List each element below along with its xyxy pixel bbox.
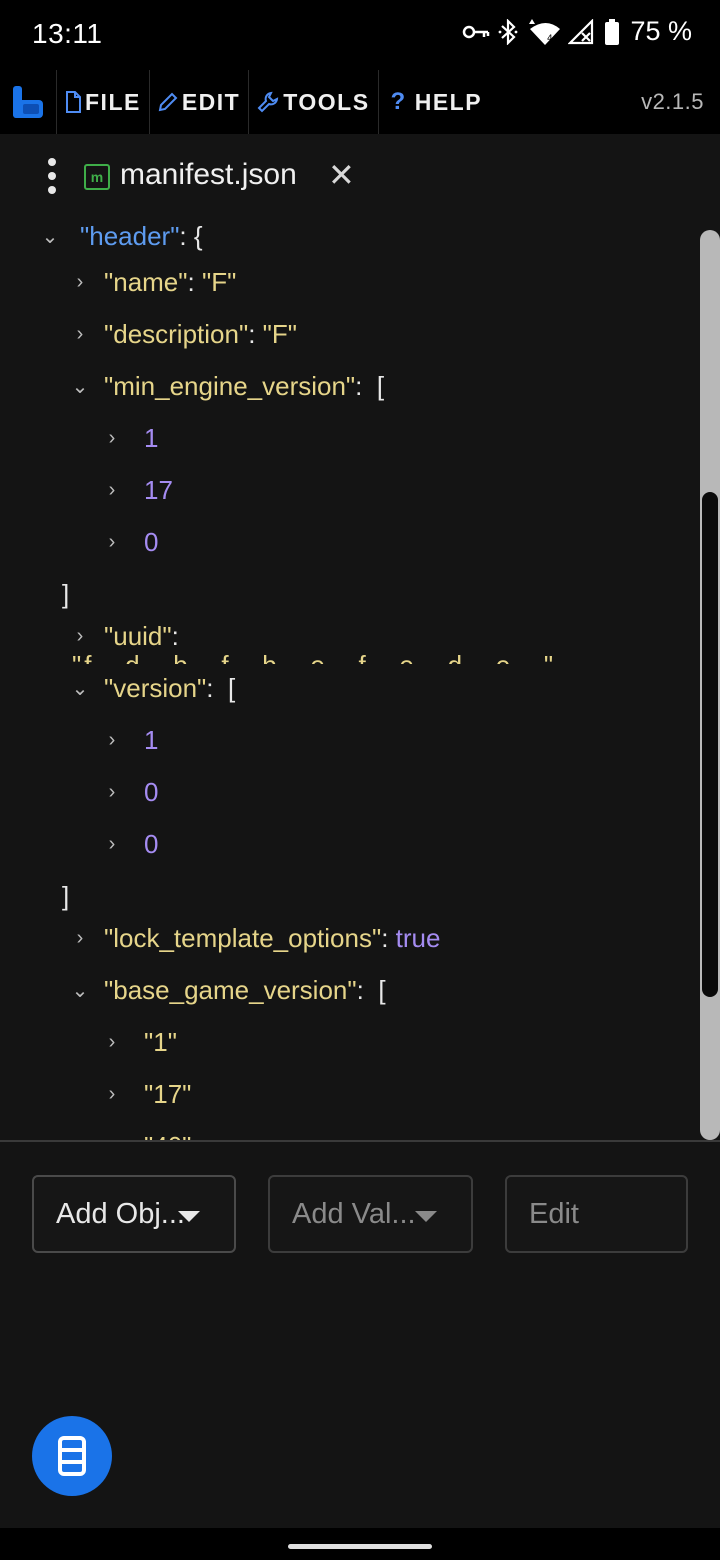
node-key: "description" [104, 318, 249, 349]
node-value: "40" [144, 1131, 191, 1141]
battery-icon [604, 18, 620, 45]
close-tab-icon[interactable]: ✕ [328, 156, 355, 194]
tree-array-item[interactable]: › 17 [98, 464, 173, 516]
node-key: "lock_template_options" [104, 922, 382, 953]
chevron-right-icon[interactable]: › [98, 531, 126, 554]
node-value: 17 [144, 474, 173, 505]
menu-edit-label: EDIT [181, 88, 241, 115]
json-file-icon: m [84, 164, 110, 190]
divider [0, 1140, 720, 1142]
add-value-label: Add Val... [292, 1197, 416, 1230]
tree-node-base-game-version[interactable]: ⌄ "base_game_version": [ [66, 964, 386, 1016]
node-value: 1 [144, 422, 159, 453]
chevron-right-icon[interactable]: › [98, 427, 126, 450]
more-options-icon[interactable] [40, 158, 64, 198]
dropdown-caret-icon [415, 1211, 437, 1222]
chevron-right-icon[interactable]: › [66, 323, 94, 346]
chevron-down-icon[interactable]: ⌄ [66, 978, 94, 1003]
document-list-icon [58, 1436, 86, 1476]
node-key: "base_game_version" [104, 974, 357, 1005]
menu-help[interactable]: ? HELP [377, 70, 491, 134]
app-logo-icon [0, 70, 56, 134]
status-icons: 4 75 % [462, 16, 692, 47]
chevron-down-icon[interactable]: ⌄ [66, 374, 94, 399]
add-value-dropdown[interactable]: Add Val... [268, 1175, 473, 1253]
battery-percentage: 75 % [630, 16, 692, 46]
node-punct: : { [179, 222, 203, 251]
node-value: "F" [201, 266, 237, 297]
json-tree[interactable]: ⌄ "header" : { › "name": "F" › "descript… [0, 222, 700, 1140]
tree-node-description[interactable]: › "description": "F" [66, 308, 297, 360]
cell-signal-icon [568, 18, 596, 45]
add-object-dropdown[interactable]: Add Obj... [32, 1175, 236, 1253]
tree-array-item[interactable]: › "40" [98, 1120, 192, 1141]
menu-file[interactable]: FILE [56, 70, 149, 134]
help-icon: ? [390, 88, 407, 115]
edit-button[interactable]: Edit [505, 1175, 688, 1253]
bluetooth-icon [498, 18, 518, 45]
chevron-right-icon[interactable]: › [66, 625, 94, 648]
menu-tools[interactable]: TOOLS [248, 70, 377, 134]
menu-help-label: HELP [414, 88, 483, 115]
edit-label: Edit [529, 1197, 579, 1230]
chevron-right-icon[interactable]: › [98, 479, 126, 502]
node-key: "version" [104, 672, 207, 703]
node-value: "1" [144, 1026, 177, 1057]
node-key: "name" [104, 266, 188, 297]
dropdown-caret-icon [178, 1211, 200, 1222]
node-value: "F" [262, 318, 298, 349]
file-icon [65, 91, 81, 113]
tree-node-lock-template-options[interactable]: › "lock_template_options": true [66, 912, 441, 964]
chevron-right-icon[interactable]: › [98, 729, 126, 752]
svg-text:4: 4 [547, 34, 553, 44]
chevron-down-icon[interactable]: ⌄ [66, 676, 94, 701]
menu-tools-label: TOOLS [283, 88, 370, 115]
menu-bar: FILE EDIT TOOLS ? HELP v2.1.5 [0, 70, 720, 134]
chevron-right-icon[interactable]: › [98, 1031, 126, 1054]
node-key: "uuid" [104, 620, 172, 651]
tree-array-item[interactable]: › "1" [98, 1016, 177, 1068]
wrench-icon [257, 91, 279, 113]
chevron-down-icon[interactable]: ⌄ [36, 224, 64, 249]
node-value: true [395, 922, 441, 953]
node-key: "min_engine_version" [104, 370, 356, 401]
pencil-icon [158, 92, 178, 112]
app-version: v2.1.5 [641, 89, 704, 114]
node-key: "header" [80, 222, 180, 251]
wifi-icon: 4 [526, 18, 561, 45]
node-value: 0 [144, 526, 159, 557]
tree-array-item[interactable]: › 1 [98, 714, 159, 766]
chevron-right-icon[interactable]: › [98, 1083, 126, 1106]
chevron-right-icon[interactable]: › [98, 781, 126, 804]
vpn-key-icon [462, 22, 490, 42]
tree-node-version[interactable]: ⌄ "version": [ [66, 662, 236, 714]
node-value: 0 [144, 828, 159, 859]
tree-array-item[interactable]: › 1 [98, 412, 159, 464]
scrollbar-thumb[interactable] [702, 492, 718, 997]
node-value: 0 [144, 776, 159, 807]
chevron-right-icon[interactable]: › [98, 833, 126, 856]
status-bar: 13:11 4 75 % [0, 0, 720, 70]
navigation-bar [0, 1528, 720, 1560]
node-value: "17" [144, 1078, 192, 1109]
document-fab-button[interactable] [32, 1416, 112, 1496]
file-tab-bar: m manifest.json ✕ [0, 134, 720, 222]
node-value: 1 [144, 724, 159, 755]
tab-title[interactable]: manifest.json [120, 158, 297, 192]
menu-edit[interactable]: EDIT [148, 70, 248, 134]
add-object-label: Add Obj... [56, 1197, 185, 1230]
tree-node-min-engine-version[interactable]: ⌄ "min_engine_version": [ [66, 360, 384, 412]
tree-array-item[interactable]: › 0 [98, 516, 159, 568]
home-gesture-handle[interactable] [288, 1544, 432, 1549]
tree-array-item[interactable]: › 0 [98, 766, 159, 818]
chevron-right-icon[interactable]: › [66, 927, 94, 950]
tree-array-item[interactable]: › "17" [98, 1068, 192, 1120]
menu-file-label: FILE [85, 88, 141, 115]
tree-node-name[interactable]: › "name": "F" [66, 256, 237, 308]
tree-array-item[interactable]: › 0 [98, 818, 159, 870]
chevron-right-icon[interactable]: › [66, 271, 94, 294]
status-time: 13:11 [32, 18, 103, 49]
